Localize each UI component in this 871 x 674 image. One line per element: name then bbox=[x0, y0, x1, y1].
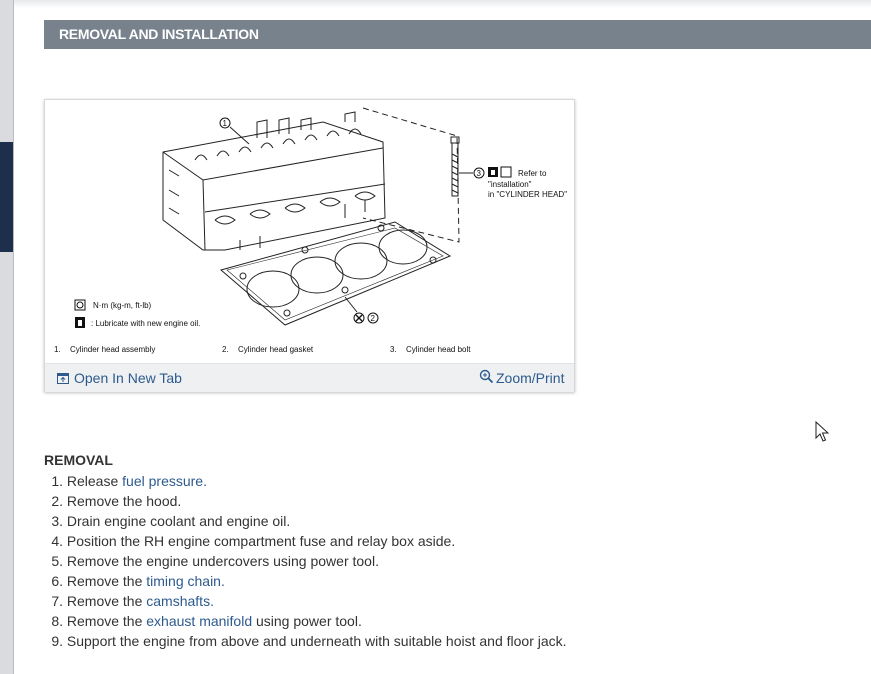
exhaust-manifold-link[interactable]: exhaust manifold bbox=[146, 613, 252, 629]
open-in-new-tab-link[interactable]: Open In New Tab bbox=[57, 370, 182, 386]
callout-legend: 1. Cylinder head assembly 2. Cylinder head… bbox=[45, 345, 574, 361]
marker-2-text: 2 bbox=[371, 314, 376, 323]
callout-3: 3. Cylinder head bolt bbox=[390, 345, 471, 354]
zoom-print-label: Zoom/Print bbox=[496, 370, 565, 386]
figure-card: 1 3 Refer to "installation" in "CYLINDER… bbox=[44, 99, 575, 392]
open-in-new-tab-label: Open In New Tab bbox=[74, 370, 182, 386]
section-header: REMOVAL AND INSTALLATION bbox=[44, 20, 871, 49]
callout-2: 2. Cylinder head gasket bbox=[222, 345, 314, 354]
zoom-icon bbox=[479, 369, 494, 383]
step-7: 7. Remove the camshafts. bbox=[51, 593, 214, 609]
callout-1: 1. Cylinder head assembly bbox=[54, 345, 156, 354]
step-6: 6. Remove the timing chain. bbox=[51, 573, 225, 589]
timing-chain-link[interactable]: timing chain. bbox=[146, 573, 225, 589]
window-frame-left bbox=[0, 0, 14, 674]
step-9: 9. Support the engine from above and und… bbox=[51, 633, 567, 649]
torque-note-3: in "CYLINDER HEAD" bbox=[488, 190, 567, 199]
step-4: 4. Position the RH engine compartment fu… bbox=[51, 533, 456, 549]
torque-note-2: "installation" bbox=[488, 180, 532, 189]
mouse-cursor-icon bbox=[815, 421, 829, 442]
step-2: 2. Remove the hood. bbox=[51, 493, 182, 509]
fuel-pressure-link[interactable]: fuel pressure. bbox=[122, 473, 207, 489]
top-shadow bbox=[14, 0, 871, 8]
open-tab-icon bbox=[57, 373, 69, 384]
marker-3-text: 3 bbox=[477, 169, 482, 178]
legend-oil: : Lubricate with new engine oil. bbox=[91, 319, 201, 328]
legend-torque: N·m (kg-m, ft-lb) bbox=[93, 301, 152, 310]
camshafts-link[interactable]: camshafts. bbox=[146, 593, 214, 609]
step-3: 3. Drain engine coolant and engine oil. bbox=[51, 513, 291, 529]
step-5: 5. Remove the engine undercovers using p… bbox=[51, 553, 379, 569]
removal-steps: 1. Release fuel pressure. 2. Remove the … bbox=[44, 471, 567, 651]
zoom-print-link[interactable]: Zoom/Print bbox=[479, 368, 565, 386]
torque-note-1: Refer to bbox=[518, 169, 547, 178]
step-1: 1. Release fuel pressure. bbox=[51, 473, 207, 489]
marker-1-text: 1 bbox=[223, 119, 228, 128]
removal-heading: REMOVAL bbox=[44, 452, 113, 468]
step-8: 8. Remove the exhaust manifold using pow… bbox=[51, 613, 362, 629]
window-frame-accent bbox=[0, 142, 13, 252]
figure-toolbar: Open In New Tab Zoom/Print bbox=[45, 363, 574, 392]
